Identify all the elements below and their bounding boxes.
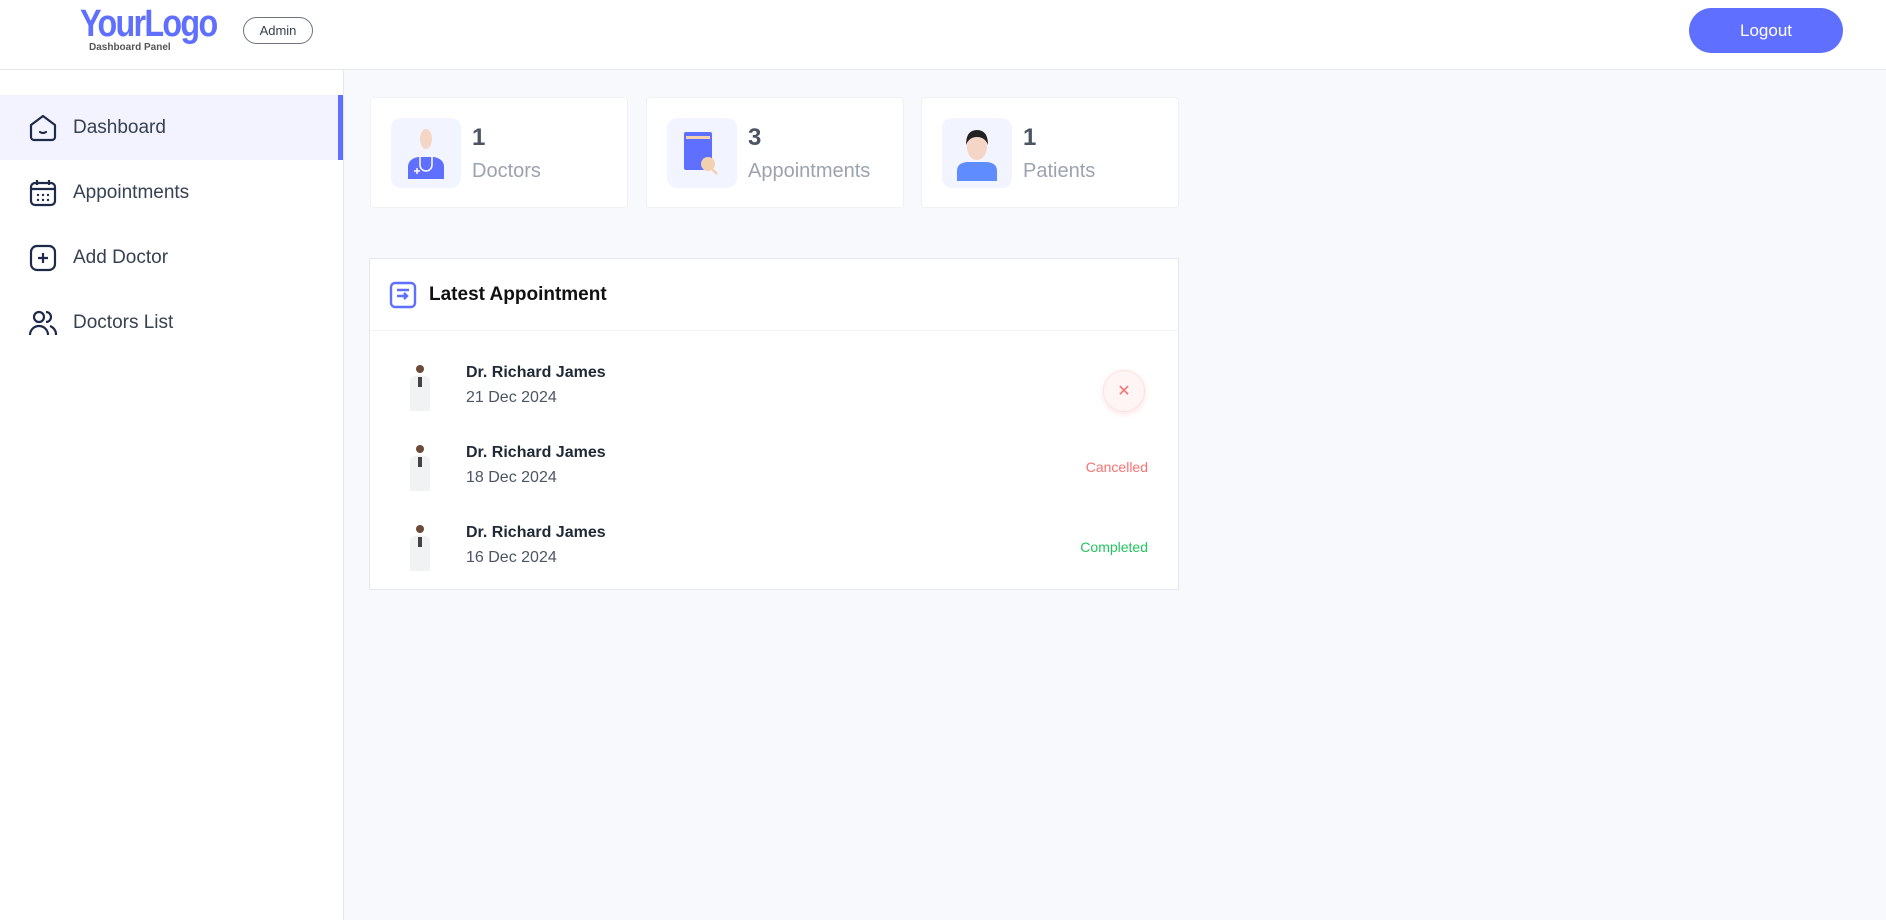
people-icon [28, 310, 58, 335]
sidebar-item-label: Doctors List [73, 311, 174, 333]
stat-card-patients: 1 Patients [921, 97, 1179, 208]
top-header: YourLogo Dashboard Panel Admin Logout [0, 0, 1886, 70]
stat-card-doctors: 1 Doctors [370, 97, 628, 208]
sidebar-item-doctors-list[interactable]: Doctors List [0, 290, 343, 355]
latest-appointment-panel: Latest Appointment Dr. Richard James 21 … [369, 258, 1179, 590]
logo-subtitle: Dashboard Panel [89, 42, 171, 53]
stat-value: 1 [472, 124, 486, 151]
appointment-row: Dr. Richard James 21 Dec 2024 ✕ [370, 355, 1178, 435]
logo[interactable]: YourLogo Dashboard Panel [80, 3, 241, 53]
sidebar-item-appointments[interactable]: Appointments [0, 160, 343, 225]
doctor-name: Dr. Richard James [466, 444, 606, 461]
appointment-row: Dr. Richard James 18 Dec 2024 Cancelled [370, 435, 1178, 515]
appointment-book-icon [667, 118, 737, 188]
stat-label: Patients [1023, 160, 1096, 182]
appointment-date: 18 Dec 2024 [466, 469, 557, 486]
list-icon [389, 281, 417, 308]
panel-header: Latest Appointment [370, 259, 1178, 331]
panel-title: Latest Appointment [429, 283, 607, 305]
doctor-avatar [410, 445, 430, 491]
close-icon: ✕ [1117, 383, 1131, 400]
stat-value: 3 [748, 124, 762, 151]
status-completed: Completed [1080, 539, 1148, 555]
sidebar-item-dashboard[interactable]: Dashboard [0, 95, 343, 160]
status-cancelled: Cancelled [1085, 459, 1148, 475]
sidebar-item-label: Appointments [73, 181, 190, 203]
sidebar: Dashboard Appointments Add Doctor Doctor… [0, 70, 344, 920]
doctor-name: Dr. Richard James [466, 364, 606, 381]
add-square-icon [29, 244, 57, 271]
stat-label: Doctors [472, 160, 541, 182]
sidebar-item-label: Dashboard [73, 116, 166, 138]
doctor-icon [391, 118, 461, 188]
stat-card-appointments: 3 Appointments [646, 97, 904, 208]
calendar-icon [29, 179, 57, 206]
logo-text: YourLogo [80, 3, 218, 45]
logout-button[interactable]: Logout [1689, 8, 1843, 53]
cancel-appointment-button[interactable]: ✕ [1103, 370, 1145, 412]
appointment-row: Dr. Richard James 16 Dec 2024 Completed [370, 515, 1178, 595]
doctor-name: Dr. Richard James [466, 524, 606, 541]
stat-value: 1 [1023, 124, 1037, 151]
appointment-date: 21 Dec 2024 [466, 389, 557, 406]
doctor-avatar [410, 365, 430, 411]
stat-label: Appointments [748, 160, 871, 182]
home-icon [29, 114, 57, 141]
doctor-avatar [410, 525, 430, 571]
patient-icon [942, 118, 1012, 188]
sidebar-item-add-doctor[interactable]: Add Doctor [0, 225, 343, 290]
role-badge: Admin [243, 17, 313, 44]
appointment-date: 16 Dec 2024 [466, 549, 557, 566]
sidebar-item-label: Add Doctor [73, 246, 169, 268]
